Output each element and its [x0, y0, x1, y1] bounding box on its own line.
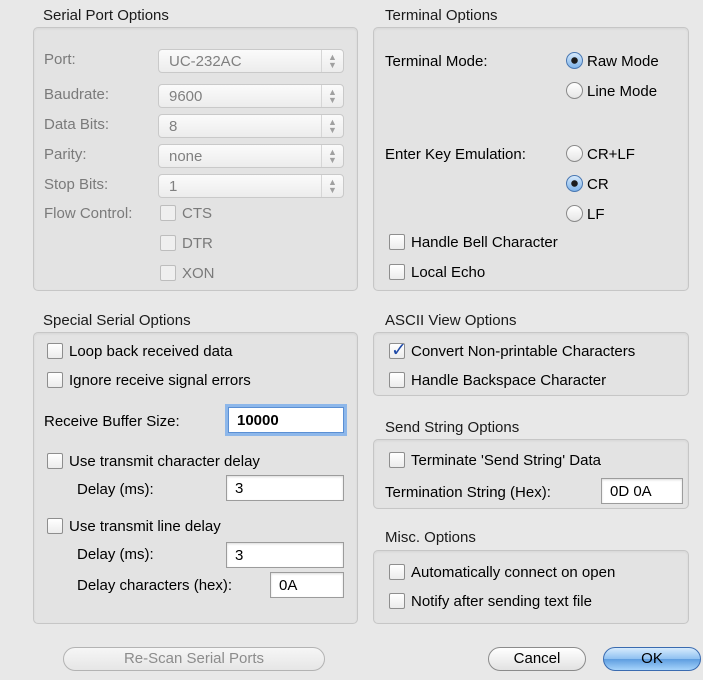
data-bits-label: Data Bits:: [44, 116, 110, 133]
data-bits-popup[interactable]: 8 ▲ ▼: [158, 114, 344, 138]
misc-options-title: Misc. Options: [385, 529, 476, 546]
data-bits-value: 8: [169, 118, 178, 135]
parity-value: none: [169, 148, 203, 165]
baudrate-label: Baudrate:: [44, 86, 110, 103]
ok-button[interactable]: OK: [603, 647, 701, 671]
loop-back-label: Loop back received data: [69, 343, 233, 360]
port-popup[interactable]: UC-232AC ▲ ▼: [158, 49, 344, 73]
ignore-errors-checkbox[interactable]: [47, 372, 63, 388]
cr-label: CR: [587, 176, 609, 193]
popup-arrows-icon: ▲ ▼: [321, 50, 343, 72]
lf-label: LF: [587, 206, 605, 223]
enter-key-emulation-label: Enter Key Emulation:: [385, 146, 526, 163]
terminal-options-title: Terminal Options: [385, 7, 498, 24]
ignore-errors-label: Ignore receive signal errors: [69, 372, 251, 389]
raw-mode-radio[interactable]: [566, 52, 583, 69]
cts-label: CTS: [182, 205, 212, 222]
crlf-label: CR+LF: [587, 146, 635, 163]
use-line-delay-checkbox[interactable]: [47, 518, 63, 534]
line-delay-label: Delay (ms):: [77, 546, 154, 563]
notify-after-sending-label: Notify after sending text file: [411, 593, 592, 610]
crlf-radio[interactable]: [566, 145, 583, 162]
terminate-send-string-checkbox[interactable]: [389, 452, 405, 468]
handle-bell-label: Handle Bell Character: [411, 234, 558, 251]
handle-backspace-label: Handle Backspace Character: [411, 372, 607, 389]
termination-string-label: Termination String (Hex):: [385, 484, 551, 501]
handle-backspace-checkbox[interactable]: [389, 372, 405, 388]
special-serial-options-title: Special Serial Options: [43, 312, 191, 329]
baudrate-popup[interactable]: 9600 ▲ ▼: [158, 84, 344, 108]
line-mode-radio[interactable]: [566, 82, 583, 99]
delay-characters-label: Delay characters (hex):: [77, 577, 233, 594]
serial-port-options-title: Serial Port Options: [43, 7, 169, 24]
dtr-checkbox[interactable]: [160, 235, 176, 251]
xon-label: XON: [182, 265, 215, 282]
local-echo-label: Local Echo: [411, 264, 486, 281]
misc-options-group: [373, 550, 689, 624]
auto-connect-label: Automatically connect on open: [411, 564, 616, 581]
flow-control-label: Flow Control:: [44, 205, 133, 222]
xon-checkbox[interactable]: [160, 265, 176, 281]
port-label: Port:: [44, 51, 76, 68]
terminate-send-string-label: Terminate 'Send String' Data: [411, 452, 601, 469]
parity-label: Parity:: [44, 146, 87, 163]
rescan-serial-ports-button[interactable]: Re-Scan Serial Ports: [63, 647, 325, 671]
handle-bell-checkbox[interactable]: [389, 234, 405, 250]
terminal-mode-label: Terminal Mode:: [385, 53, 488, 70]
local-echo-checkbox[interactable]: [389, 264, 405, 280]
parity-popup[interactable]: none ▲ ▼: [158, 144, 344, 168]
use-line-delay-label: Use transmit line delay: [69, 518, 221, 535]
stop-bits-value: 1: [169, 178, 178, 195]
delay-characters-input[interactable]: 0A: [270, 572, 344, 598]
receive-buffer-size-label: Receive Buffer Size:: [44, 413, 180, 430]
stop-bits-popup[interactable]: 1 ▲ ▼: [158, 174, 344, 198]
auto-connect-checkbox[interactable]: [389, 564, 405, 580]
loop-back-checkbox[interactable]: [47, 343, 63, 359]
convert-nonprintable-checkbox[interactable]: [389, 339, 407, 361]
char-delay-label: Delay (ms):: [77, 481, 154, 498]
popup-arrows-icon: ▲ ▼: [321, 85, 343, 107]
popup-arrows-icon: ▲ ▼: [321, 115, 343, 137]
stop-bits-label: Stop Bits:: [44, 176, 109, 193]
notify-after-sending-checkbox[interactable]: [389, 593, 405, 609]
raw-mode-label: Raw Mode: [587, 53, 659, 70]
line-mode-label: Line Mode: [587, 83, 658, 100]
ascii-view-options-title: ASCII View Options: [385, 312, 517, 329]
convert-nonprintable-label: Convert Non-printable Characters: [411, 343, 636, 360]
baudrate-value: 9600: [169, 88, 203, 105]
dtr-label: DTR: [182, 235, 213, 252]
use-char-delay-checkbox[interactable]: [47, 453, 63, 469]
cr-radio[interactable]: [566, 175, 583, 192]
popup-arrows-icon: ▲ ▼: [321, 145, 343, 167]
line-delay-input[interactable]: 3: [226, 542, 344, 568]
send-string-options-title: Send String Options: [385, 419, 520, 436]
cancel-button[interactable]: Cancel: [488, 647, 586, 671]
cts-checkbox[interactable]: [160, 205, 176, 221]
popup-arrows-icon: ▲ ▼: [321, 175, 343, 197]
lf-radio[interactable]: [566, 205, 583, 222]
receive-buffer-size-input[interactable]: 10000: [228, 407, 344, 433]
termination-string-input[interactable]: 0D 0A: [601, 478, 683, 504]
port-value: UC-232AC: [169, 53, 242, 70]
use-char-delay-label: Use transmit character delay: [69, 453, 260, 470]
char-delay-input[interactable]: 3: [226, 475, 344, 501]
